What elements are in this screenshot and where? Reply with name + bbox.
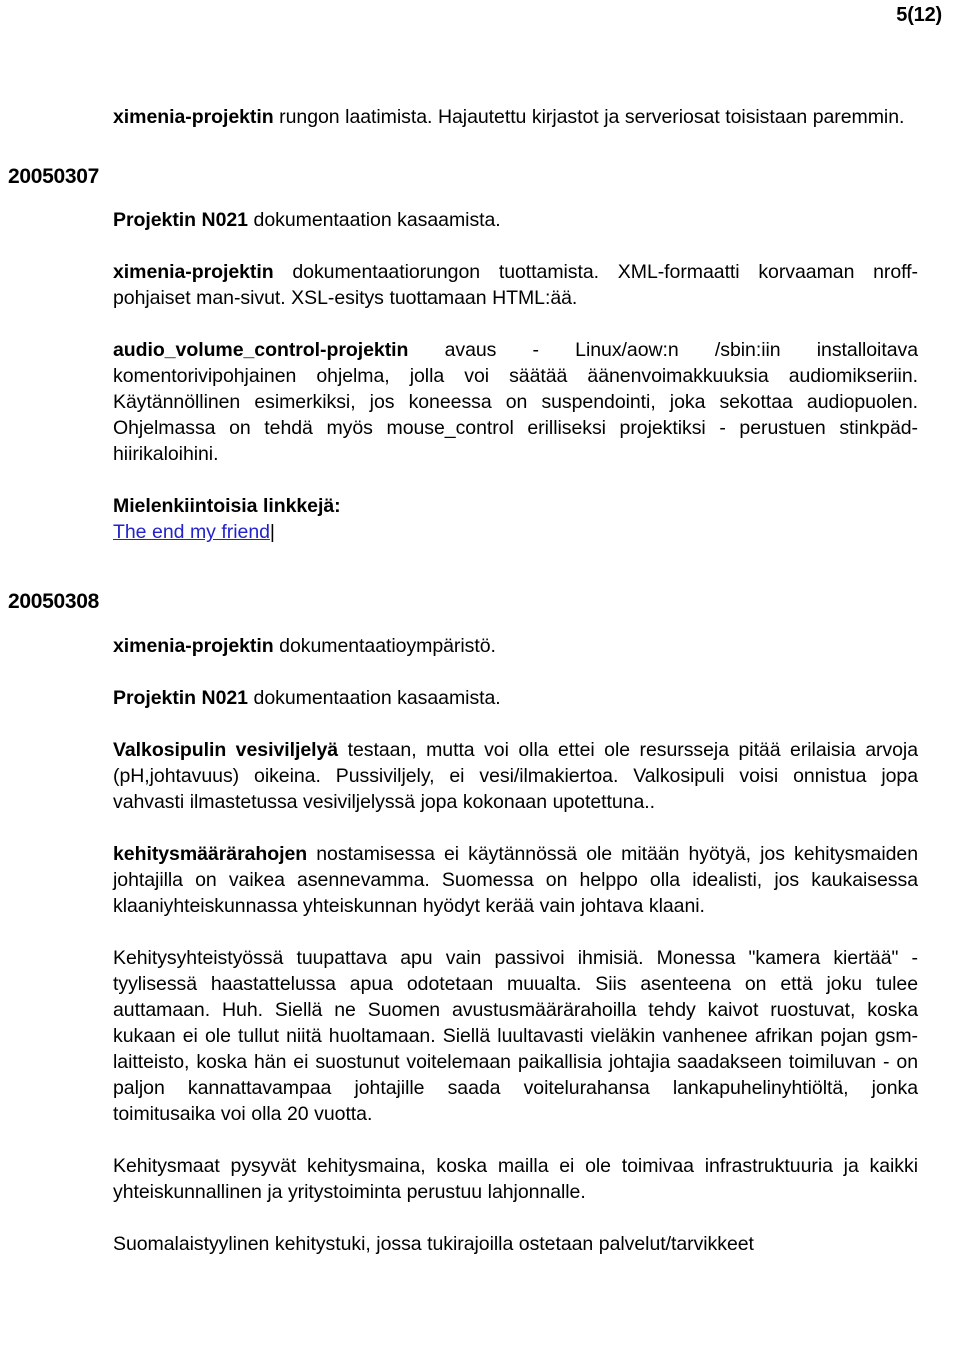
links-label-text: Mielenkiintoisia linkkejä: [113,495,341,518]
link-the-end-my-friend[interactable]: The end my friend [113,521,270,543]
paragraph: Kehitysyhteistyössä tuupattava apu vain … [0,945,960,1127]
paragraph-bold-lead: Valkosipulin vesiviljelyä [113,738,339,761]
paragraph: kehitysmäärärahojen nostamisessa ei käyt… [0,841,960,919]
paragraph-bold-lead: Projektin N021 [113,686,248,709]
paragraph-text: rungon laatimista. Hajautettu kirjastot … [273,106,905,128]
date-heading-20050308: 20050308 [8,590,100,614]
links-list: The end my friend| [0,519,960,545]
document-page: 5(12) ximenia-projektin rungon laatimist… [0,0,960,1362]
paragraph-bold-lead: ximenia-projektin [113,261,274,284]
paragraph-bold-lead: ximenia-projektin [113,106,274,128]
page-number: 5(12) [896,4,942,26]
paragraph-bold-lead: audio_volume_control-projektin [113,339,409,362]
paragraph: Projektin N021 dokumentaation kasaamista… [0,207,960,233]
paragraph-text: dokumentaation kasaamista. [247,686,501,709]
paragraph: ximenia-projektin dokumentaatiorungon tu… [0,259,960,311]
paragraph: Kehitysmaat pysyvät kehitysmaina, koska … [0,1153,960,1205]
paragraph: audio_volume_control-projektin avaus - L… [0,337,960,467]
paragraph-text: dokumentaatioympäristö. [273,634,496,657]
paragraph-truncated: Suomalaistyylinen kehitystuki, jossa tuk… [0,1231,960,1257]
paragraph-text: dokumentaation kasaamista. [247,209,501,232]
date-heading-20050307: 20050307 [8,165,100,188]
links-label: Mielenkiintoisia linkkejä: [0,493,960,519]
paragraph: Valkosipulin vesiviljelyä testaan, mutta… [0,737,960,815]
paragraph-intro: ximenia-projektin rungon laatimista. Haj… [0,104,960,130]
paragraph: ximenia-projektin dokumentaatioympäristö… [0,633,960,659]
paragraph-bold-lead: ximenia-projektin [113,634,274,657]
paragraph: Projektin N021 dokumentaation kasaamista… [0,685,960,711]
paragraph-bold-lead: Projektin N021 [113,209,248,232]
paragraph-text: Kehitysyhteistyössä tuupattava apu vain … [113,946,918,1125]
link-separator: | [269,521,275,544]
paragraph-text: Suomalaistyylinen kehitystuki, jossa tuk… [113,1232,754,1255]
paragraph-bold-lead: kehitysmäärärahojen [113,842,308,865]
document-content: ximenia-projektin rungon laatimista. Haj… [0,104,960,1257]
paragraph-text: Kehitysmaat pysyvät kehitysmaina, koska … [113,1154,918,1203]
